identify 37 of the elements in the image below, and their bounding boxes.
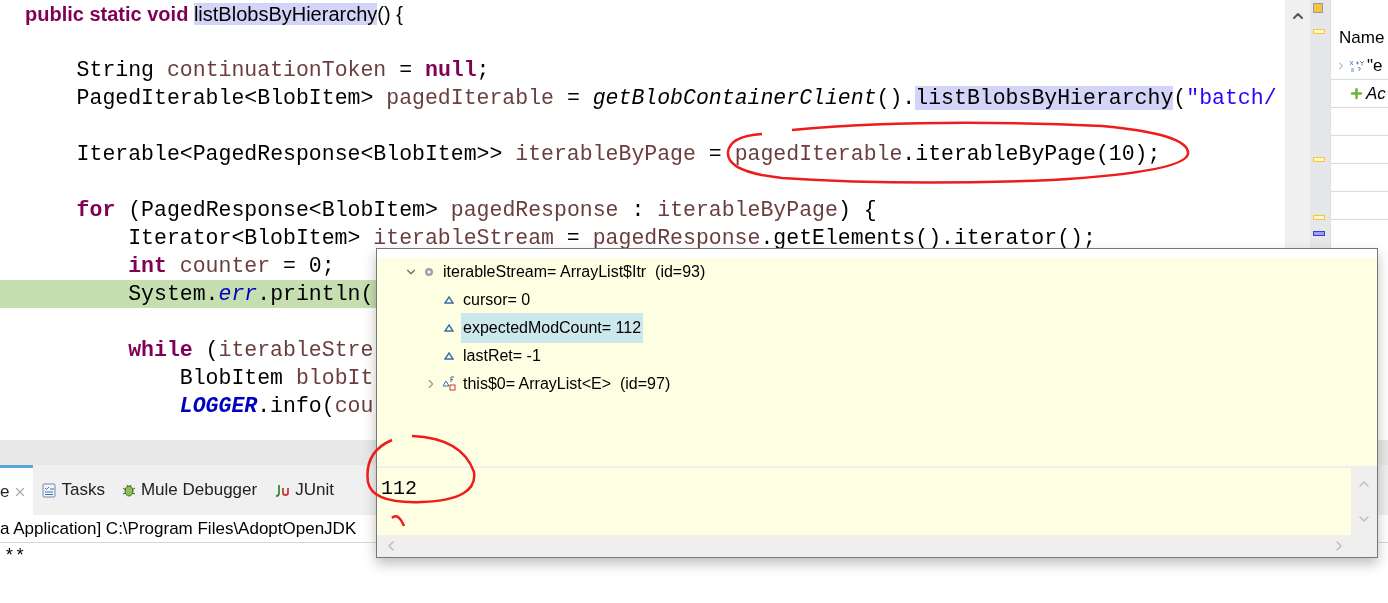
code-line: LOGGER.info(cou (179, 393, 374, 420)
console-output: ** (4, 546, 26, 566)
triangle-icon (444, 352, 454, 360)
code-line: while (iterableStre (128, 337, 374, 364)
variable-entry[interactable]: iterableStream= ArrayList$Itr (id=93) (441, 257, 708, 287)
column-header[interactable]: Name (1339, 25, 1385, 51)
code-line: for (PagedResponse<BlobItem> pagedResponse : iterableByPage) { (76, 197, 877, 224)
launch-description: a Application] C:\Program Files\AdoptOpenJDK (0, 517, 357, 540)
code-line: PagedIterable<BlobItem> pagedIterable = getBlobContainerClient().listBlobsByHierarchy("batch/ (76, 85, 1277, 112)
expression-entry[interactable]: Ac (1366, 80, 1386, 107)
triangle-icon (444, 296, 454, 304)
expression-icon (1349, 58, 1365, 73)
bug-icon (120, 482, 137, 498)
field-icon (442, 376, 456, 392)
view-tab[interactable]: Mule Debugger (112, 465, 266, 515)
view-tab[interactable]: Tasks (33, 465, 113, 515)
variable-entry[interactable]: this$0= ArrayList<E> (id=97) (461, 369, 673, 399)
code-line: Iterable<PagedResponse<BlobItem>> iterableByPage = pagedIterable.iterableByPage(10); (76, 141, 1161, 168)
dot-icon (424, 267, 434, 277)
code-line: System.err.println( (128, 281, 374, 308)
add-icon[interactable] (1349, 86, 1364, 101)
variable-entry[interactable]: expectedModCount= 112 (461, 313, 644, 343)
triangle-icon (444, 324, 454, 332)
method-signature: public static void listBlobsByHierarchy() { (25, 2, 403, 27)
detail-pane[interactable]: 112 (377, 468, 1351, 535)
variable-entry[interactable]: lastRet= -1 (461, 341, 543, 371)
code-line: BlobItem blobIt (179, 365, 374, 392)
detail-value: 112 (381, 477, 417, 500)
code-line: Iterator<BlobItem> iterableStream = pagedResponse.getElements().iterator(); (128, 225, 1096, 252)
view-tab[interactable]: e (0, 465, 34, 515)
variable-entry[interactable]: cursor= 0 (461, 285, 533, 315)
view-tab[interactable]: JUnit (265, 465, 342, 515)
test-icon (273, 483, 292, 497)
expression-entry[interactable]: "e (1367, 52, 1383, 79)
clipboard-icon (41, 482, 58, 498)
code-line: int counter = 0; (128, 253, 335, 280)
code-line: String continuationToken = null; (76, 57, 490, 84)
